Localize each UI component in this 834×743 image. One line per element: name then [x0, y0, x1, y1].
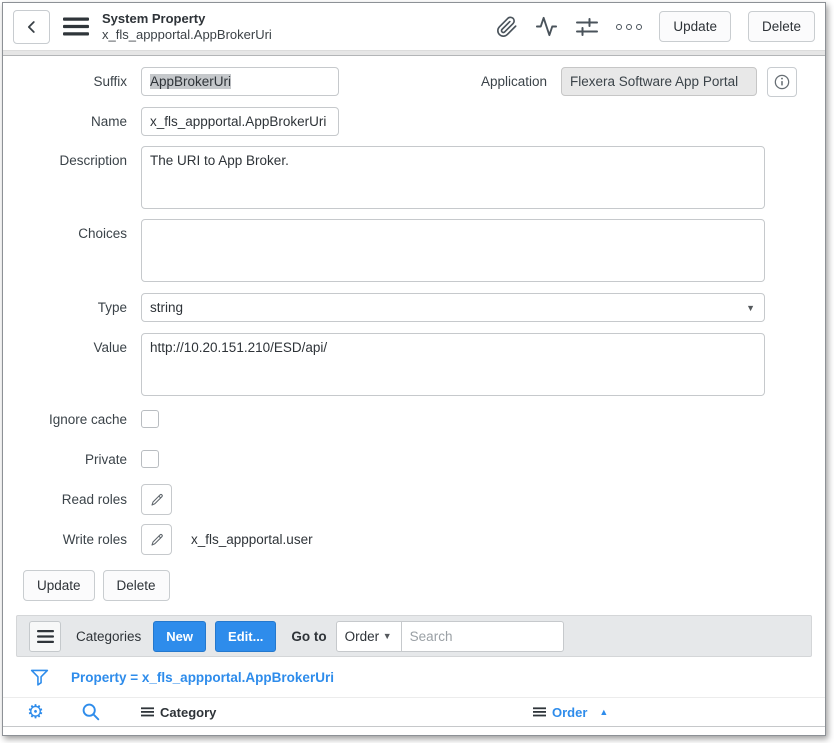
ignore-cache-label: Ignore cache — [3, 412, 127, 427]
choices-textarea[interactable] — [141, 219, 765, 282]
screen: System Property x_fls_appportal.AppBroke… — [0, 0, 834, 743]
choices-label: Choices — [3, 219, 127, 241]
suffix-label: Suffix — [3, 74, 127, 89]
page-title: System Property — [102, 11, 272, 27]
application-info-button[interactable] — [767, 67, 797, 97]
write-roles-row: Write roles x_fls_appportal.user — [3, 524, 825, 555]
value-label: Value — [3, 333, 127, 355]
header-delete-button[interactable]: Delete — [748, 11, 815, 42]
more-options-icon[interactable] — [616, 24, 642, 30]
suffix-value-selected: AppBrokerUri — [150, 74, 231, 89]
form-buttons: Update Delete — [23, 570, 825, 601]
chevron-left-icon — [23, 18, 41, 36]
name-label: Name — [3, 114, 127, 129]
read-roles-row: Read roles — [3, 484, 825, 515]
form-header: System Property x_fls_appportal.AppBroke… — [3, 3, 825, 50]
category-column-label: Category — [160, 705, 216, 720]
name-input[interactable] — [141, 107, 339, 136]
sort-ascending-icon: ▲ — [599, 707, 608, 717]
goto-column-select[interactable]: Order ▼ — [336, 621, 402, 652]
private-row: Private — [3, 450, 825, 468]
description-textarea[interactable]: The URI to App Broker. — [141, 146, 765, 209]
form-delete-button[interactable]: Delete — [103, 570, 170, 601]
filter-breadcrumb-link[interactable]: Property = x_fls_appportal.AppBrokerUri — [71, 670, 334, 685]
list-toolbar: Categories New Edit... Go to Order ▼ — [16, 615, 812, 657]
column-header-order[interactable]: Order ▲ — [533, 705, 825, 720]
choices-row: Choices — [3, 219, 825, 282]
column-menu-icon — [141, 707, 154, 717]
list-context-menu-button[interactable] — [29, 621, 61, 652]
column-header-category[interactable]: Category — [141, 705, 216, 720]
edit-button[interactable]: Edit... — [215, 621, 276, 652]
ignore-cache-row: Ignore cache — [3, 410, 825, 428]
list-column-search-icon[interactable] — [81, 702, 101, 722]
name-row: Name — [3, 107, 825, 136]
page-subtitle: x_fls_appportal.AppBrokerUri — [102, 27, 272, 43]
value-textarea[interactable]: http://10.20.151.210/ESD/api/ — [141, 333, 765, 396]
write-roles-edit-button[interactable] — [141, 524, 172, 555]
goto-selected-value: Order — [345, 629, 380, 644]
value-row: Value http://10.20.151.210/ESD/api/ — [3, 333, 825, 396]
attachment-paperclip-icon[interactable] — [496, 16, 518, 38]
back-button[interactable] — [13, 10, 50, 44]
goto-label: Go to — [291, 629, 326, 644]
write-roles-value: x_fls_appportal.user — [191, 532, 313, 547]
read-roles-edit-button[interactable] — [141, 484, 172, 515]
application-value: Flexera Software App Portal — [570, 74, 738, 89]
header-update-button[interactable]: Update — [659, 11, 731, 42]
order-column-label: Order — [552, 705, 587, 720]
app-window: System Property x_fls_appportal.AppBroke… — [2, 2, 826, 736]
filter-funnel-icon[interactable] — [29, 666, 50, 688]
private-checkbox[interactable] — [141, 450, 159, 468]
type-selected-value: string — [150, 300, 183, 315]
type-row: Type string ▼ — [3, 293, 825, 322]
info-icon — [773, 73, 791, 91]
write-roles-label: Write roles — [3, 532, 127, 547]
application-group: Application Flexera Software App Portal — [481, 67, 797, 96]
activity-stream-icon[interactable] — [535, 15, 558, 38]
private-label: Private — [3, 452, 127, 467]
dropdown-caret-icon: ▼ — [746, 302, 755, 312]
application-field: Flexera Software App Portal — [561, 67, 757, 96]
personalize-form-sliders-icon[interactable] — [575, 16, 599, 38]
list-column-header-row: ⚙ Category Order ▲ — [3, 697, 825, 727]
system-property-form: Suffix AppBrokerUri Application Flexera … — [3, 56, 825, 601]
related-list-title: Categories — [76, 629, 141, 644]
filter-breadcrumb-row: Property = x_fls_appportal.AppBrokerUri — [3, 657, 825, 697]
form-context-menu-icon[interactable] — [63, 17, 89, 36]
dropdown-caret-icon: ▼ — [383, 631, 392, 641]
column-menu-icon — [533, 707, 546, 717]
new-button[interactable]: New — [153, 621, 206, 652]
hamburger-icon — [63, 17, 89, 36]
header-actions: Update Delete — [496, 11, 815, 42]
list-search-input[interactable] — [401, 621, 564, 652]
type-select[interactable]: string ▼ — [141, 293, 765, 322]
list-settings-gear-icon[interactable]: ⚙ — [27, 703, 44, 722]
suffix-input[interactable]: AppBrokerUri — [141, 67, 339, 96]
read-roles-label: Read roles — [3, 492, 127, 507]
type-label: Type — [3, 300, 127, 315]
description-row: Description The URI to App Broker. — [3, 146, 825, 209]
pencil-icon — [149, 532, 165, 548]
description-label: Description — [3, 146, 127, 168]
hamburger-icon — [37, 630, 54, 643]
application-label: Application — [481, 74, 547, 89]
form-update-button[interactable]: Update — [23, 570, 95, 601]
related-list-categories: Categories New Edit... Go to Order ▼ Pro… — [3, 615, 825, 727]
ignore-cache-checkbox[interactable] — [141, 410, 159, 428]
title-block: System Property x_fls_appportal.AppBroke… — [102, 11, 272, 42]
pencil-icon — [149, 492, 165, 508]
